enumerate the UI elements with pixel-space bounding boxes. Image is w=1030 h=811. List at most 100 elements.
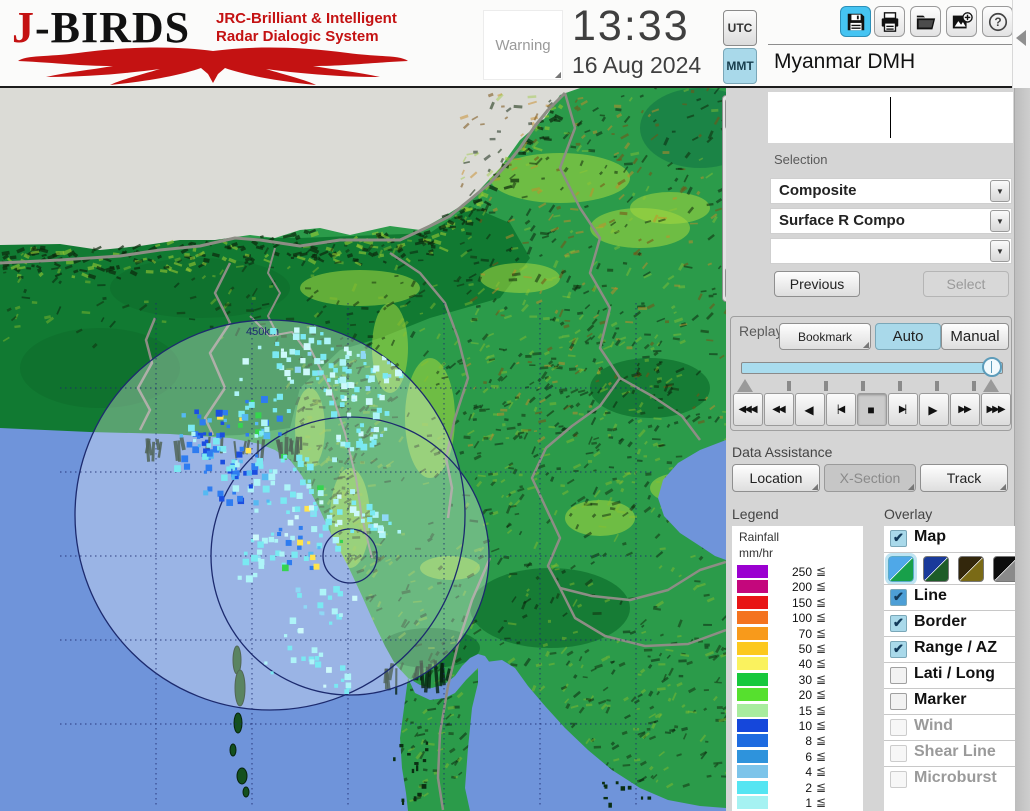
overlay-row-shear-line: Shear Line — [884, 740, 1015, 767]
overlay-item-label: Shear Line — [914, 743, 996, 760]
map-style-swatch-1[interactable] — [885, 553, 917, 585]
legend-lte-symbol: ≦ — [816, 733, 827, 748]
playback-forward-full-button[interactable]: ▶▶▶ — [981, 393, 1011, 426]
auto-button[interactable]: Auto — [875, 323, 941, 350]
warning-button[interactable]: Warning ◢ — [483, 10, 563, 80]
overlay-checkbox-marker[interactable] — [890, 693, 907, 710]
playback-step-back-button[interactable]: |◀ — [826, 393, 856, 426]
utc-button[interactable]: UTC — [723, 10, 757, 46]
assist-track-button[interactable]: Track ◢ — [920, 464, 1008, 492]
overlay-checkbox-wind[interactable] — [890, 719, 907, 736]
open-folder-button[interactable] — [910, 6, 941, 37]
legend-row: 30 ≦ — [732, 672, 863, 687]
bookmark-button[interactable]: Bookmark ◢ — [779, 323, 871, 350]
map-style-swatch-2[interactable] — [923, 556, 949, 582]
overlay-item-label: Line — [914, 587, 947, 604]
overlay-item-label: Microburst — [914, 769, 997, 786]
panel-scrollbar[interactable] — [1014, 88, 1030, 811]
panel-collapse-tab[interactable] — [1012, 0, 1030, 100]
product-dropdown-value: Surface R Compo — [779, 212, 905, 229]
print-button[interactable] — [874, 6, 905, 37]
playback-rewind-full-button[interactable]: ◀◀◀ — [733, 393, 763, 426]
slider-end-marker[interactable] — [983, 379, 999, 392]
chevron-down-icon[interactable]: ▼ — [990, 240, 1010, 262]
legend-value: 30 — [798, 672, 812, 687]
chevron-down-icon[interactable]: ▼ — [990, 210, 1010, 232]
legend-swatch — [737, 796, 768, 809]
mmt-button[interactable]: MMT — [723, 48, 757, 84]
legend-value: 20 — [798, 688, 812, 703]
overlay-checkbox-microburst[interactable] — [890, 771, 907, 788]
map-style-swatch-4[interactable] — [993, 556, 1015, 582]
text-caret — [890, 97, 891, 138]
overlay-item-label: Map — [914, 528, 946, 545]
legend-row: 150 ≦ — [732, 595, 863, 610]
previous-button[interactable]: Previous — [774, 271, 860, 297]
playback-rewind-button[interactable]: ◀◀ — [764, 393, 794, 426]
legend-swatch — [737, 642, 768, 655]
overlay-panel: ✔ Map ✔ Line ✔ Border ✔ Range / AZ Lati / Long Ma… — [884, 526, 1015, 811]
legend-row: 250 ≦ — [732, 564, 863, 579]
overlay-checkbox-line[interactable]: ✔ — [890, 589, 907, 606]
radar-map[interactable]: 450km — [0, 83, 760, 811]
legend-panel: Rainfall mm/hr 250 ≦ 200 ≦ 150 ≦ 100 ≦ 70 ≦ 50 ≦ 40 ≦… — [732, 526, 863, 811]
playback-stop-button[interactable]: ■ — [857, 393, 887, 426]
overlay-row-range-az: ✔ Range / AZ — [884, 636, 1015, 663]
category-dropdown[interactable]: Composite ▼ — [770, 178, 1012, 204]
chevron-down-icon[interactable]: ▼ — [990, 180, 1010, 202]
playback-step-forward-button[interactable]: ▶| — [888, 393, 918, 426]
save-button[interactable] — [840, 6, 871, 37]
add-image-button[interactable] — [946, 6, 977, 37]
legend-row: 200 ≦ — [732, 579, 863, 594]
map-style-swatch-3[interactable] — [958, 556, 984, 582]
legend-swatch — [737, 657, 768, 671]
replay-slider-handle[interactable] — [982, 357, 1002, 377]
overlay-checkbox-shear-line[interactable] — [890, 745, 907, 762]
slider-tick — [787, 381, 791, 391]
legend-lte-symbol: ≦ — [816, 795, 827, 809]
legend-value: 2 — [805, 780, 812, 795]
legend-swatch — [737, 672, 768, 686]
overlay-checkbox-range-az[interactable]: ✔ — [890, 641, 907, 658]
option-dropdown[interactable]: ▼ — [770, 238, 1012, 264]
help-icon: ? — [988, 12, 1007, 31]
slider-start-marker[interactable] — [737, 379, 753, 392]
legend-row: 6 ≦ — [732, 749, 863, 764]
save-icon — [847, 13, 864, 30]
legend-row: 1 ≦ — [732, 795, 863, 810]
playback-fast-forward-button[interactable]: ▶▶ — [950, 393, 980, 426]
assist-location-button[interactable]: Location ◢ — [732, 464, 820, 492]
manual-button[interactable]: Manual — [941, 323, 1009, 350]
legend-row: 20 ≦ — [732, 687, 863, 702]
overlay-row-wind: Wind — [884, 714, 1015, 741]
playback-play-back-button[interactable]: ◀ — [795, 393, 825, 426]
overlay-checkbox-map[interactable]: ✔ — [890, 530, 907, 547]
legend-lte-symbol: ≦ — [816, 671, 827, 686]
legend-swatch — [737, 780, 768, 794]
overlay-item-label: Wind — [914, 717, 953, 734]
legend-lte-symbol: ≦ — [816, 594, 827, 609]
help-button[interactable]: ? — [982, 6, 1013, 37]
map-canvas[interactable]: 450km — [0, 83, 760, 811]
legend-value: 10 — [798, 719, 812, 733]
legend-lte-symbol: ≦ — [816, 718, 827, 732]
overlay-row-map: ✔ Map — [884, 526, 1015, 552]
collapse-arrow-icon — [1016, 30, 1026, 46]
map-style-swatches — [884, 552, 1015, 585]
select-button[interactable]: Select — [923, 271, 1009, 297]
assist-x-section-button[interactable]: X-Section ◢ — [824, 464, 916, 492]
legend-label: Legend — [732, 506, 779, 522]
legend-row: 40 ≦ — [732, 656, 863, 671]
svg-text:?: ? — [994, 15, 1001, 29]
overlay-checkbox-border[interactable]: ✔ — [890, 615, 907, 632]
product-dropdown[interactable]: Surface R Compo ▼ — [770, 208, 1012, 234]
legend-row: 50 ≦ — [732, 641, 863, 656]
legend-row: 2 ≦ — [732, 780, 863, 795]
overlay-checkbox-lati-long[interactable] — [890, 667, 907, 684]
legend-row: 8 ≦ — [732, 733, 863, 748]
legend-title: Rainfall — [739, 530, 780, 544]
product-display-box — [768, 92, 1013, 143]
legend-row: 4 ≦ — [732, 764, 863, 779]
replay-slider-track[interactable] — [741, 362, 1003, 374]
playback-play-button[interactable]: ▶ — [919, 393, 949, 426]
